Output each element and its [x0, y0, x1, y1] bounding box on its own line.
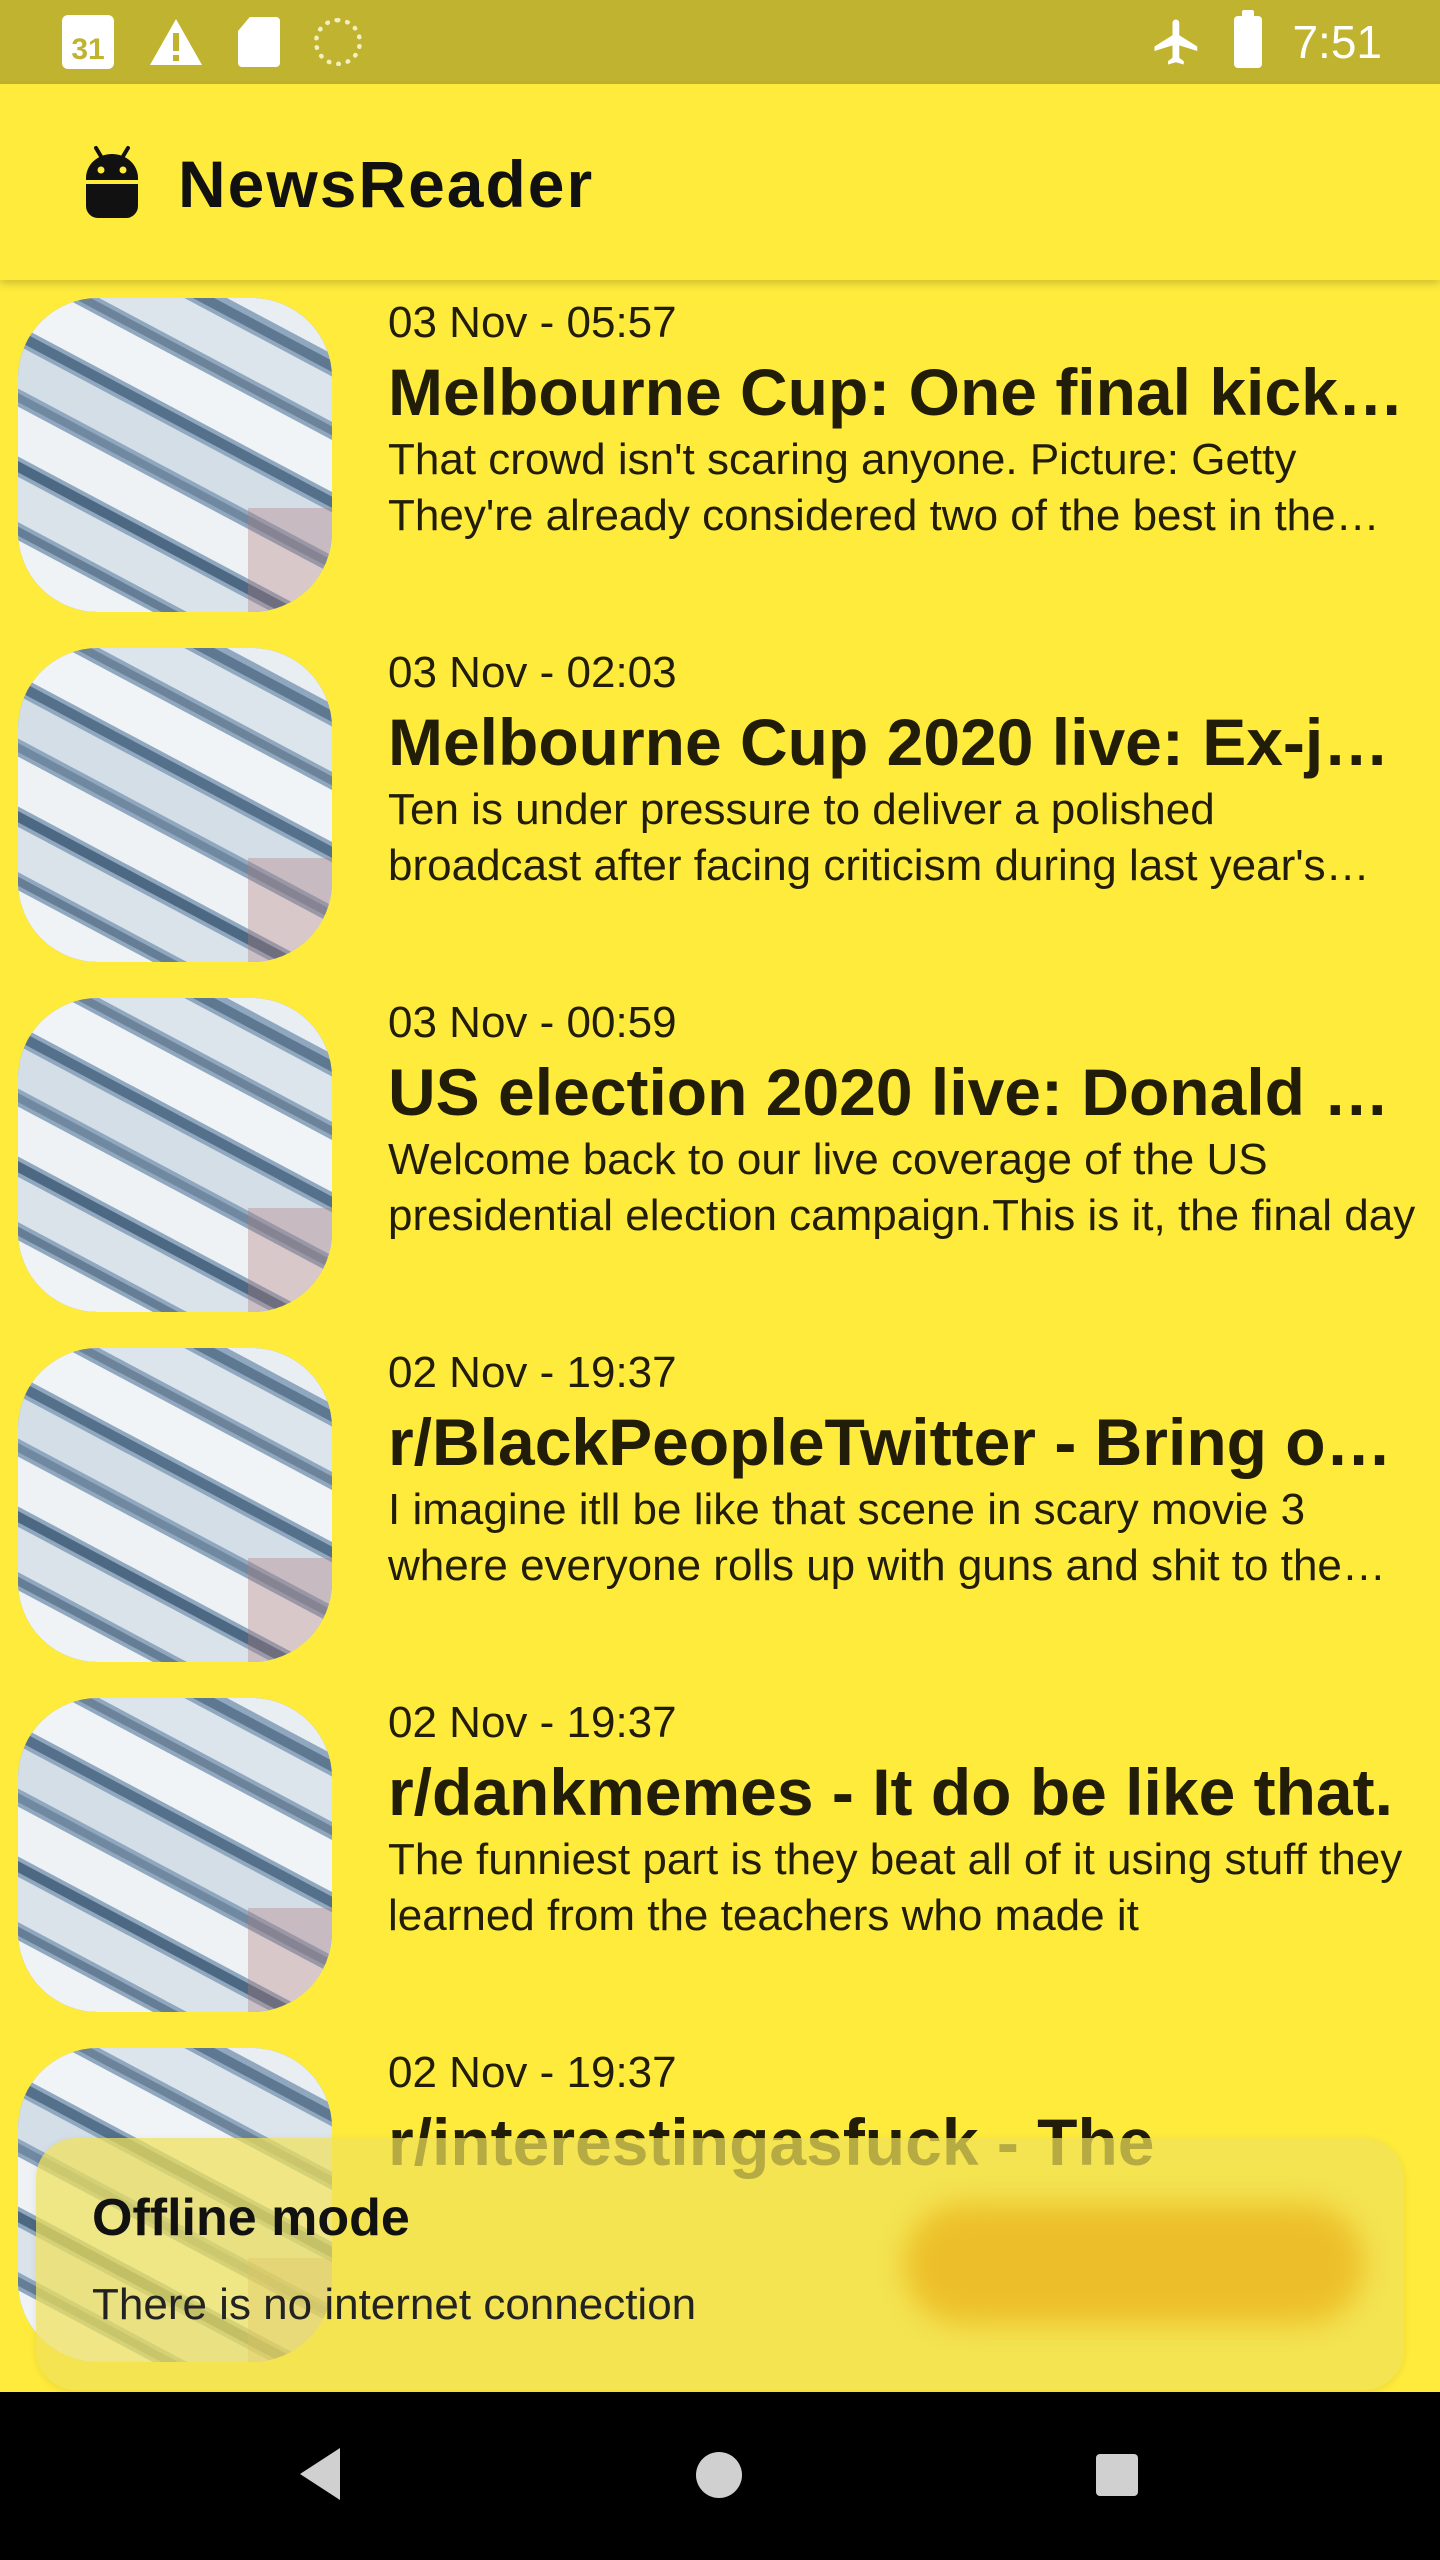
news-title: US election 2020 live: Donald Trump and … — [388, 1055, 1418, 1129]
status-time: 7:51 — [1292, 16, 1382, 68]
recents-icon[interactable] — [1096, 2454, 1138, 2496]
news-summary: Ten is under pressure to deliver a polis… — [388, 785, 1326, 890]
snackbar-message: There is no internet connection — [92, 2280, 697, 2329]
home-icon[interactable] — [696, 2452, 742, 2498]
calendar-icon: 31 — [62, 15, 114, 69]
news-summary: Welcome back to our live coverage of the… — [388, 1135, 1416, 1240]
news-title: Melbourne Cup 2020 live: Ex-jockey slams — [388, 705, 1418, 779]
snackbar-action-button[interactable] — [904, 2204, 1364, 2324]
news-summary: The funniest part is they beat all of it… — [388, 1835, 1403, 1940]
warning-icon — [150, 19, 202, 65]
app-screen: 31 7:51 NewsReader 03 Nov - 05:57 Melbou… — [0, 0, 1440, 2392]
app-title: NewsReader — [178, 147, 595, 221]
sync-icon — [314, 18, 362, 66]
status-bar: 31 7:51 — [0, 0, 1440, 84]
news-thumbnail — [18, 1698, 332, 2012]
news-item[interactable]: 03 Nov - 05:57 Melbourne Cup: One final … — [0, 296, 1440, 612]
sd-card-icon — [238, 17, 280, 67]
news-title: r/BlackPeopleTwitter - Bring on the sequ… — [388, 1405, 1418, 1479]
news-thumbnail — [18, 298, 332, 612]
airplane-mode-icon — [1154, 19, 1198, 65]
news-item[interactable]: 03 Nov - 00:59 US election 2020 live: Do… — [0, 996, 1440, 1312]
news-item[interactable]: 02 Nov - 19:37 r/BlackPeopleTwitter - Br… — [0, 1346, 1440, 1662]
news-date: 03 Nov - 02:03 — [388, 648, 677, 697]
calendar-day: 31 — [71, 33, 105, 66]
news-thumbnail — [18, 648, 332, 962]
android-icon — [86, 146, 138, 218]
back-icon[interactable] — [300, 2448, 340, 2500]
news-summary: That crowd isn't scaring anyone. Picture… — [388, 435, 1336, 540]
news-date: 02 Nov - 19:37 — [388, 2048, 677, 2097]
news-date: 02 Nov - 19:37 — [388, 1348, 677, 1397]
news-thumbnail — [18, 998, 332, 1312]
news-date: 03 Nov - 00:59 — [388, 998, 677, 1047]
app-bar: NewsReader — [0, 84, 1440, 280]
news-item[interactable]: 03 Nov - 02:03 Melbourne Cup 2020 live: … — [0, 646, 1440, 962]
news-title: r/dankmemes - It do be like that. — [388, 1755, 1393, 1829]
news-date: 03 Nov - 05:57 — [388, 298, 677, 347]
snackbar-title: Offline mode — [92, 2189, 410, 2247]
news-date: 02 Nov - 19:37 — [388, 1698, 677, 1747]
news-title: Melbourne Cup: One final kick at the cup — [388, 355, 1418, 429]
offline-snackbar: Offline mode There is no internet connec… — [36, 2138, 1404, 2390]
news-item[interactable]: 02 Nov - 19:37 r/dankmemes - It do be li… — [0, 1696, 1440, 2012]
news-thumbnail — [18, 1348, 332, 1662]
battery-icon — [1234, 10, 1263, 68]
navigation-bar — [0, 2392, 1440, 2560]
news-summary: I imagine itll be like that scene in sca… — [388, 1485, 1342, 1590]
